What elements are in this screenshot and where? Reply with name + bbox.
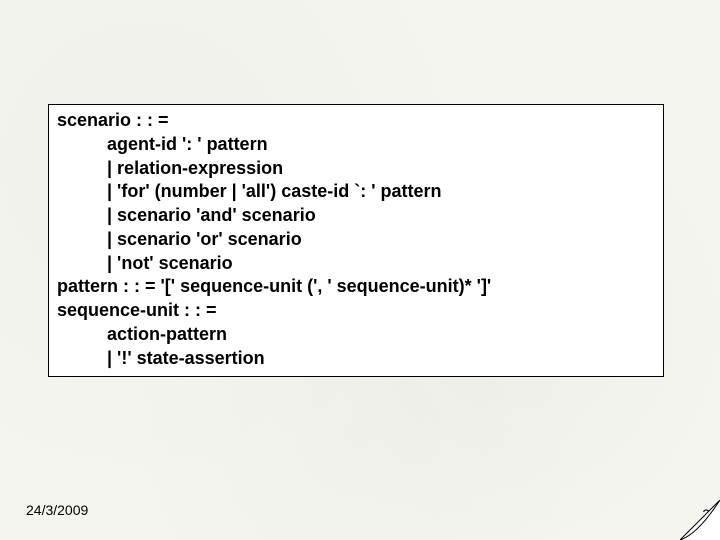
grammar-line: | 'not' scenario [57,252,655,276]
grammar-line: sequence-unit : : = [57,299,655,323]
page-curl-icon [680,500,720,540]
grammar-definition-box: scenario : : = agent-id ': ' pattern | r… [48,104,664,377]
grammar-line: agent-id ': ' pattern [57,133,655,157]
grammar-line: | scenario 'or' scenario [57,228,655,252]
grammar-line: | relation-expression [57,157,655,181]
grammar-line: scenario : : = [57,109,655,133]
grammar-line: pattern : : = '[' sequence-unit (', ' se… [57,275,655,299]
footer-date: 24/3/2009 [26,502,88,518]
grammar-line: | '!' state-assertion [57,347,655,371]
grammar-line: action-pattern [57,323,655,347]
grammar-line: | scenario 'and' scenario [57,204,655,228]
grammar-line: | 'for' (number | 'all') caste-id `: ' p… [57,180,655,204]
